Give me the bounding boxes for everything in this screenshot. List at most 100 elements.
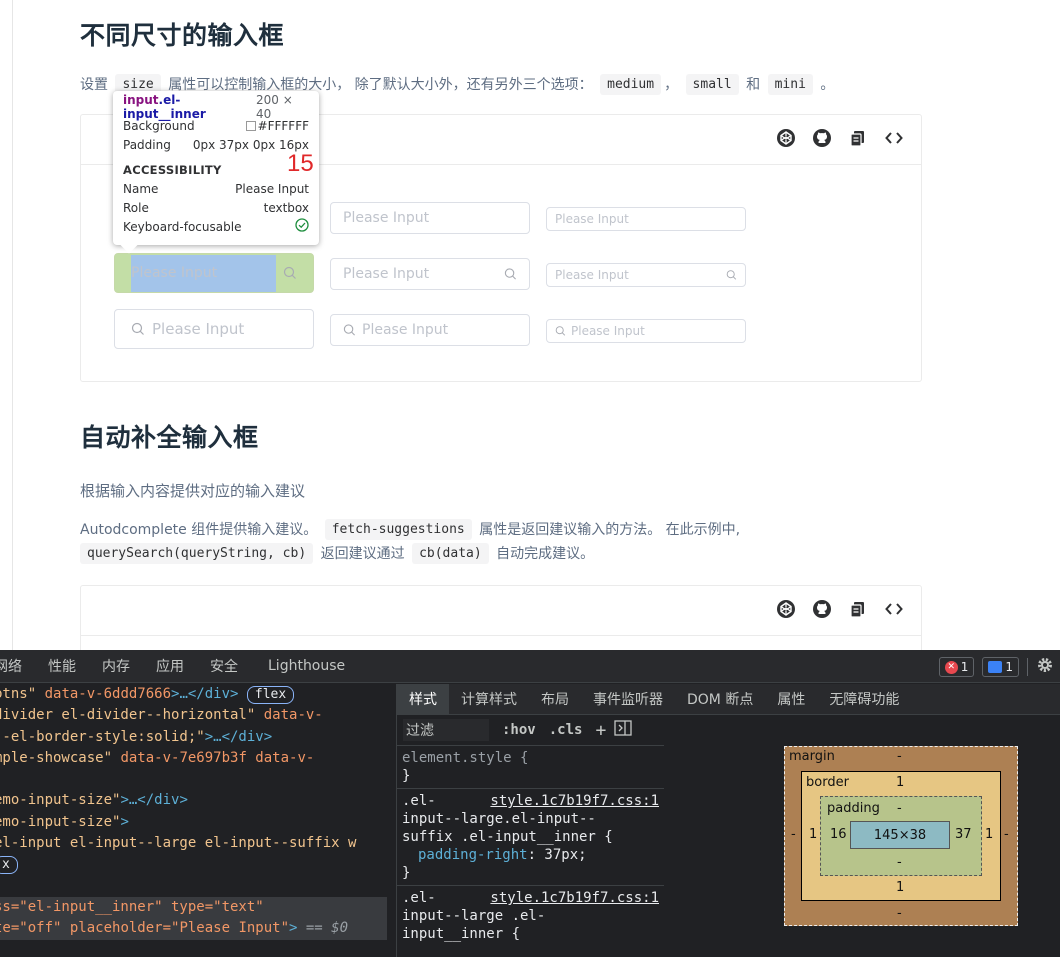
- box-model-content[interactable]: 145×38: [850, 821, 950, 849]
- error-icon: ✕: [944, 660, 958, 674]
- tab-performance[interactable]: 性能: [48, 656, 76, 676]
- message-count-badge[interactable]: 1: [982, 657, 1019, 677]
- tree-line-selected[interactable]: te="off" placeholder="Please Input"> == …: [0, 918, 387, 940]
- tab-network[interactable]: 网络: [0, 656, 22, 676]
- tree-line[interactable]: el-input el-input--large el-input--suffi…: [0, 833, 387, 854]
- github-icon[interactable]: [811, 127, 833, 149]
- input-medium-prefix[interactable]: Please Input: [330, 314, 530, 346]
- code-icon[interactable]: [883, 598, 905, 620]
- styles-pane: 样式 计算样式 布局 事件监听器 DOM 断点 属性 无障碍功能 过滤 :hov…: [396, 683, 1060, 957]
- codepen-icon[interactable]: [775, 127, 797, 149]
- padding-right-value[interactable]: 37: [955, 827, 972, 842]
- tree-line[interactable]: --el-border-style:solid;">…</div>: [0, 727, 387, 748]
- tab-accessibility[interactable]: 无障碍功能: [817, 684, 911, 715]
- padding-left-value[interactable]: 16: [830, 827, 847, 842]
- code-icon[interactable]: [883, 127, 905, 149]
- tree-line[interactable]: divider el-divider--horizontal" data-v-: [0, 705, 387, 726]
- border-bottom-value[interactable]: 1: [896, 880, 904, 895]
- code-medium: medium: [600, 74, 662, 95]
- gear-icon[interactable]: [1036, 656, 1054, 678]
- flex-badge-x[interactable]: x: [0, 856, 18, 875]
- tab-computed[interactable]: 计算样式: [449, 684, 529, 715]
- message-icon: [988, 661, 1003, 673]
- code-small: small: [685, 74, 739, 95]
- input-large-prefix[interactable]: Please Input: [114, 309, 314, 349]
- tree-line[interactable]: x: [0, 854, 387, 875]
- github-icon[interactable]: [811, 598, 833, 620]
- padding-top-value[interactable]: -: [897, 801, 902, 816]
- code-fetch-suggestions: fetch-suggestions: [324, 519, 472, 540]
- border-label: border: [806, 775, 849, 790]
- tab-dom-breakpoints[interactable]: DOM 断点: [675, 684, 765, 715]
- tree-line[interactable]: emo-input-size">: [0, 812, 387, 833]
- input-small-plain[interactable]: Please Input: [546, 207, 746, 231]
- stylesheet-link[interactable]: style.1c7b19f7.css:1: [490, 792, 659, 810]
- tab-security[interactable]: 安全: [210, 656, 238, 676]
- section-subtitle-autocomplete: 根据输入内容提供对应的输入建议: [80, 482, 306, 500]
- demo-box-autocomplete: [80, 585, 922, 650]
- search-icon: [343, 324, 356, 337]
- css-rule-element-style[interactable]: element.style { }: [397, 746, 664, 789]
- codepen-icon[interactable]: [775, 598, 797, 620]
- tree-line[interactable]: btns" data-v-6ddd7666>…</div> flex: [0, 684, 387, 705]
- tab-memory[interactable]: 内存: [102, 656, 130, 676]
- devtools-panel: 网络 性能 内存 应用 安全 Lighthouse ✕ 1 1 btns" da…: [0, 650, 1060, 957]
- hov-toggle[interactable]: :hov: [502, 722, 536, 738]
- elements-tree: btns" data-v-6ddd7666>…</div> flex divid…: [0, 684, 393, 957]
- error-count-badge[interactable]: ✕ 1: [938, 657, 975, 677]
- copy-icon[interactable]: [847, 598, 869, 620]
- margin-label: margin: [789, 749, 835, 764]
- padding-bottom-value[interactable]: -: [897, 855, 902, 870]
- css-rule-suffix[interactable]: .el-style.1c7b19f7.css:1 input--large.el…: [397, 789, 664, 886]
- search-icon: [283, 266, 297, 280]
- tooltip-selector: input.el-input__inner: [123, 92, 206, 121]
- sidebar-divider: [12, 0, 13, 650]
- demo-toolbar: [775, 127, 905, 149]
- border-top-value[interactable]: 1: [896, 775, 904, 790]
- code-cb-data: cb(data): [412, 543, 489, 564]
- tree-line-selected[interactable]: ss="el-input__inner" type="text": [0, 896, 387, 919]
- margin-right-value[interactable]: -: [1004, 827, 1009, 842]
- sidebar-toggle-icon[interactable]: [614, 720, 632, 740]
- margin-left-value[interactable]: -: [791, 827, 796, 842]
- box-model-diagram: 145×38 margin - - - - border 1 1 1 1 pad…: [664, 715, 1060, 957]
- input-large-suffix-highlighted[interactable]: Please Input: [114, 253, 314, 293]
- tab-properties[interactable]: 属性: [765, 684, 817, 715]
- css-rule-large[interactable]: .el-style.1c7b19f7.css:1 input--large .e…: [397, 886, 664, 946]
- tab-event-listeners[interactable]: 事件监听器: [581, 684, 675, 715]
- search-icon: [131, 322, 145, 336]
- code-query-search: querySearch(queryString, cb): [80, 543, 314, 564]
- tab-lighthouse[interactable]: Lighthouse: [268, 658, 345, 674]
- input-medium-plain[interactable]: Please Input: [330, 202, 530, 234]
- css-property[interactable]: padding-right: [418, 847, 528, 863]
- cls-toggle[interactable]: .cls: [549, 722, 583, 738]
- tree-line[interactable]: [0, 876, 387, 897]
- border-right-value[interactable]: 1: [985, 827, 993, 842]
- add-rule-button[interactable]: +: [595, 720, 606, 741]
- tab-styles[interactable]: 样式: [397, 683, 449, 715]
- margin-bottom-value[interactable]: -: [897, 906, 902, 921]
- filter-input[interactable]: 过滤: [403, 719, 489, 741]
- tab-layout[interactable]: 布局: [529, 684, 581, 715]
- section-title-autocomplete: 自动补全输入框: [80, 423, 259, 452]
- demo-divider: [81, 635, 921, 636]
- input-medium-suffix[interactable]: Please Input: [330, 258, 530, 290]
- styles-tabs: 样式 计算样式 布局 事件监听器 DOM 断点 属性 无障碍功能: [397, 683, 1060, 715]
- search-icon: [504, 268, 517, 281]
- stylesheet-link[interactable]: style.1c7b19f7.css:1: [490, 889, 659, 907]
- tree-line[interactable]: [0, 769, 387, 790]
- demo-toolbar: [775, 598, 905, 620]
- tree-line[interactable]: mple-showcase" data-v-7e697b3f data-v-: [0, 748, 387, 769]
- tree-line[interactable]: emo-input-size">…</div>: [0, 790, 387, 811]
- input-small-prefix[interactable]: Please Input: [546, 319, 746, 343]
- docs-page: 不同尺寸的输入框 设置 size 属性可以控制输入框的大小， 除了默认大小外，还…: [0, 0, 1060, 650]
- padding-label: padding: [827, 801, 880, 816]
- border-left-value[interactable]: 1: [809, 827, 817, 842]
- flex-badge[interactable]: flex: [246, 686, 295, 704]
- input-small-suffix[interactable]: Please Input: [546, 263, 746, 287]
- check-circle-icon: [295, 218, 309, 235]
- section-desc-autocomplete-line2: querySearch(queryString, cb) 返回建议通过 cb(d…: [80, 543, 594, 564]
- copy-icon[interactable]: [847, 127, 869, 149]
- margin-top-value[interactable]: -: [897, 749, 902, 764]
- tab-application[interactable]: 应用: [156, 656, 184, 676]
